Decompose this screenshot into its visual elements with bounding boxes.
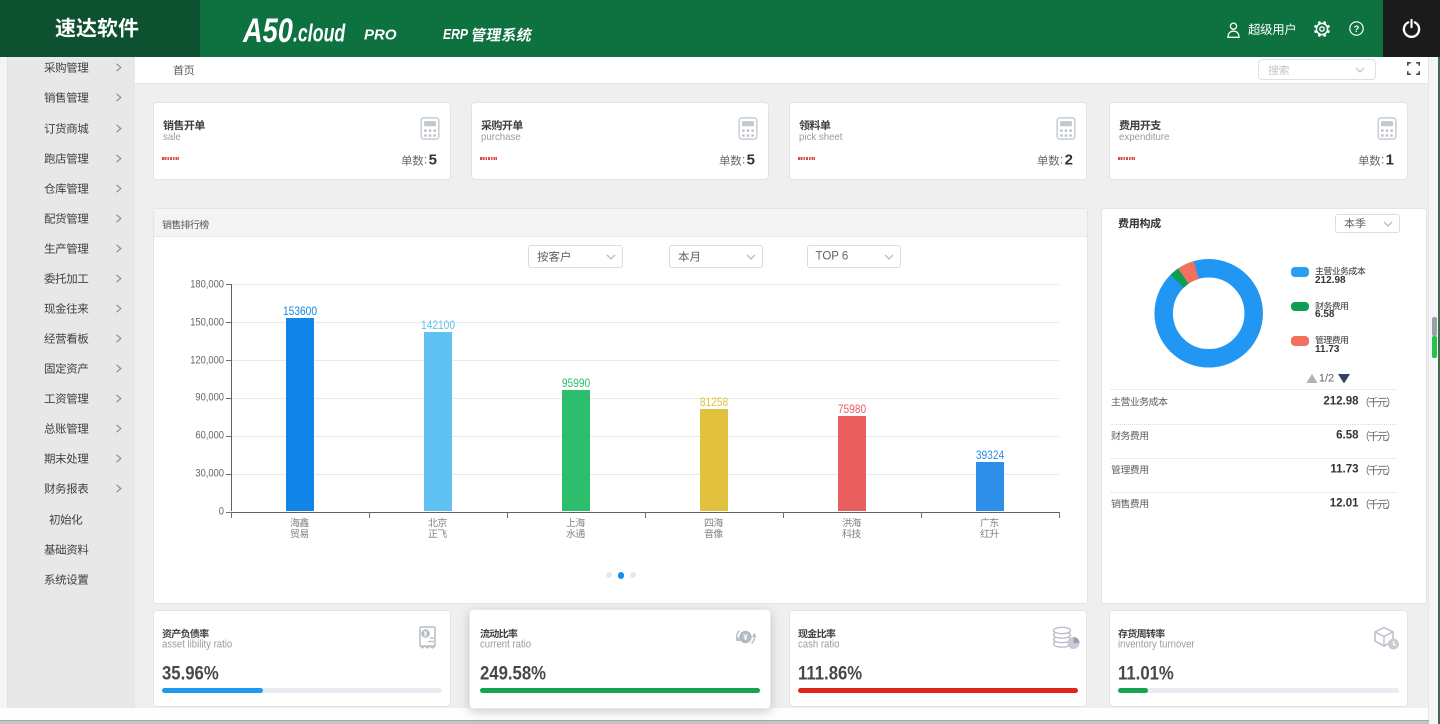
svg-text:?: ? [1354,24,1360,35]
svg-text:¥: ¥ [423,629,428,638]
svg-text:¥: ¥ [743,632,748,642]
